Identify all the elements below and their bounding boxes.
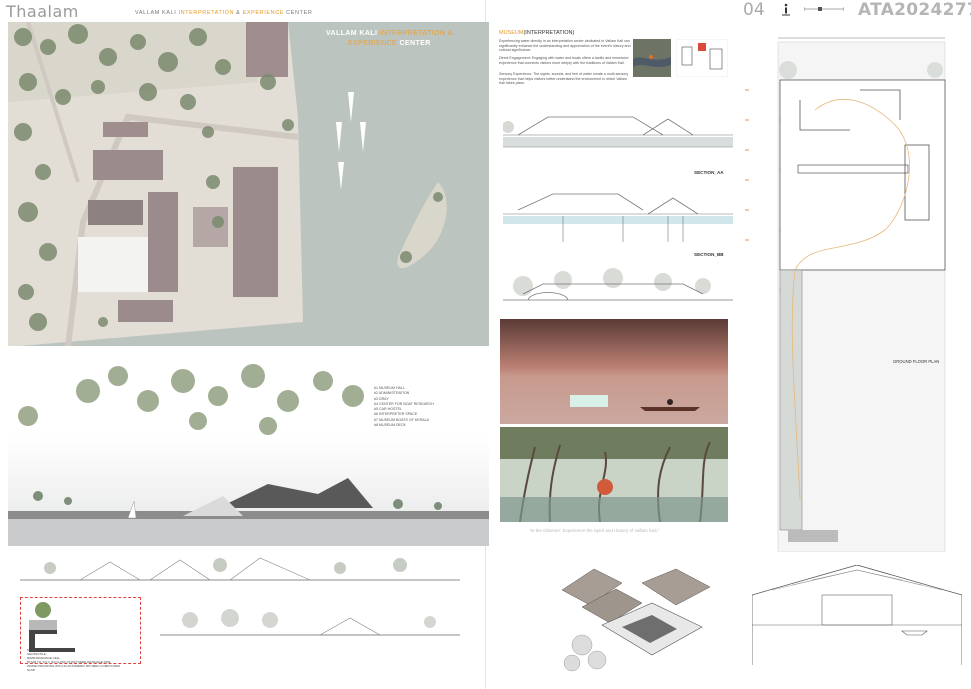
location-map-thumbnail — [633, 39, 671, 77]
section-aa-drawing — [503, 116, 733, 148]
museum-heading: MUSEUM(INTERPRETATION) — [499, 30, 575, 36]
detail-notes: SOIL GEOTEXTILE 50MM DRAINAGE CELL 50 MM… — [27, 648, 137, 673]
museum-paragraph: Direct Engagement: Engaging with water a… — [499, 56, 629, 65]
interior-sketch — [752, 565, 962, 665]
site-plan-drawing — [8, 22, 447, 347]
header-title: VALLAM KALI INTERPRETATION & EXPERIENCE … — [135, 10, 313, 16]
site-plan — [8, 22, 489, 347]
page-number: 04 — [743, 0, 765, 20]
ground-floor-plan-label: GROUND FLOOR PLAN — [893, 359, 940, 364]
info-icon — [782, 3, 790, 16]
key-plan-thumbnail — [676, 39, 728, 77]
landscape-view — [8, 346, 489, 546]
brand-name: Thaalam — [6, 2, 79, 21]
site-plan-title: VALLAM KALI INTERPRETATION & EXPERIENCE C… — [326, 30, 453, 47]
section-bb-label: SECTION_BB — [694, 252, 724, 257]
site-plan-legend: #1 MUSEUM HALL #2 ADMINISTRATION #3 DRAY… — [374, 386, 434, 428]
elevation-drawing — [503, 268, 733, 301]
tagline-quote: "In the Glimmer: Experience the Spirit a… — [529, 528, 660, 533]
registration-code: ATA2024277 — [858, 0, 971, 20]
museum-paragraph: Sensory Experience: The sights, sounds, … — [499, 72, 629, 86]
section-aa-label: SECTION_AA — [694, 170, 724, 175]
interior-render-boat — [500, 319, 728, 424]
museum-paragraph: Experiencing water directly in an interp… — [499, 39, 631, 53]
mangrove-render — [500, 427, 728, 522]
ground-floor-plan — [745, 37, 946, 552]
legend-item: #8 MUSEUM DECK — [374, 423, 406, 428]
section-bb-drawing — [503, 193, 733, 242]
isometric-view — [561, 568, 711, 672]
scale-bar-icon — [804, 7, 844, 11]
detail-line: SLAB — [27, 668, 35, 673]
